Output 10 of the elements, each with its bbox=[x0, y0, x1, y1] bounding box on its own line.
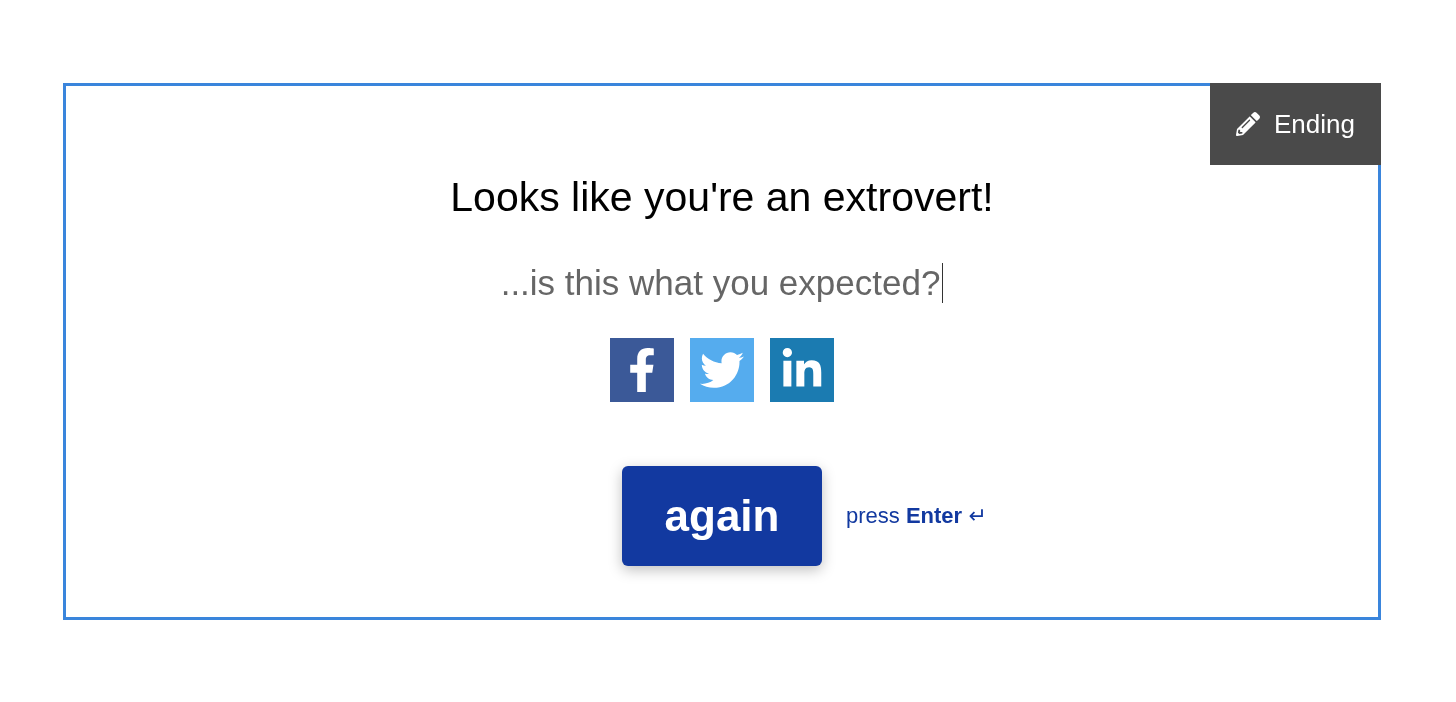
result-title: Looks like you're an extrovert! bbox=[450, 174, 994, 221]
pencil-icon bbox=[1236, 112, 1260, 136]
again-button[interactable]: again bbox=[622, 466, 822, 566]
linkedin-icon[interactable] bbox=[770, 338, 834, 402]
text-cursor bbox=[942, 263, 944, 303]
twitter-icon[interactable] bbox=[690, 338, 754, 402]
badge-label: Ending bbox=[1274, 108, 1355, 140]
facebook-icon[interactable] bbox=[610, 338, 674, 402]
enter-hint: press Enter ↵ bbox=[846, 503, 987, 529]
result-subtitle: ...is this what you expected? bbox=[500, 263, 941, 303]
